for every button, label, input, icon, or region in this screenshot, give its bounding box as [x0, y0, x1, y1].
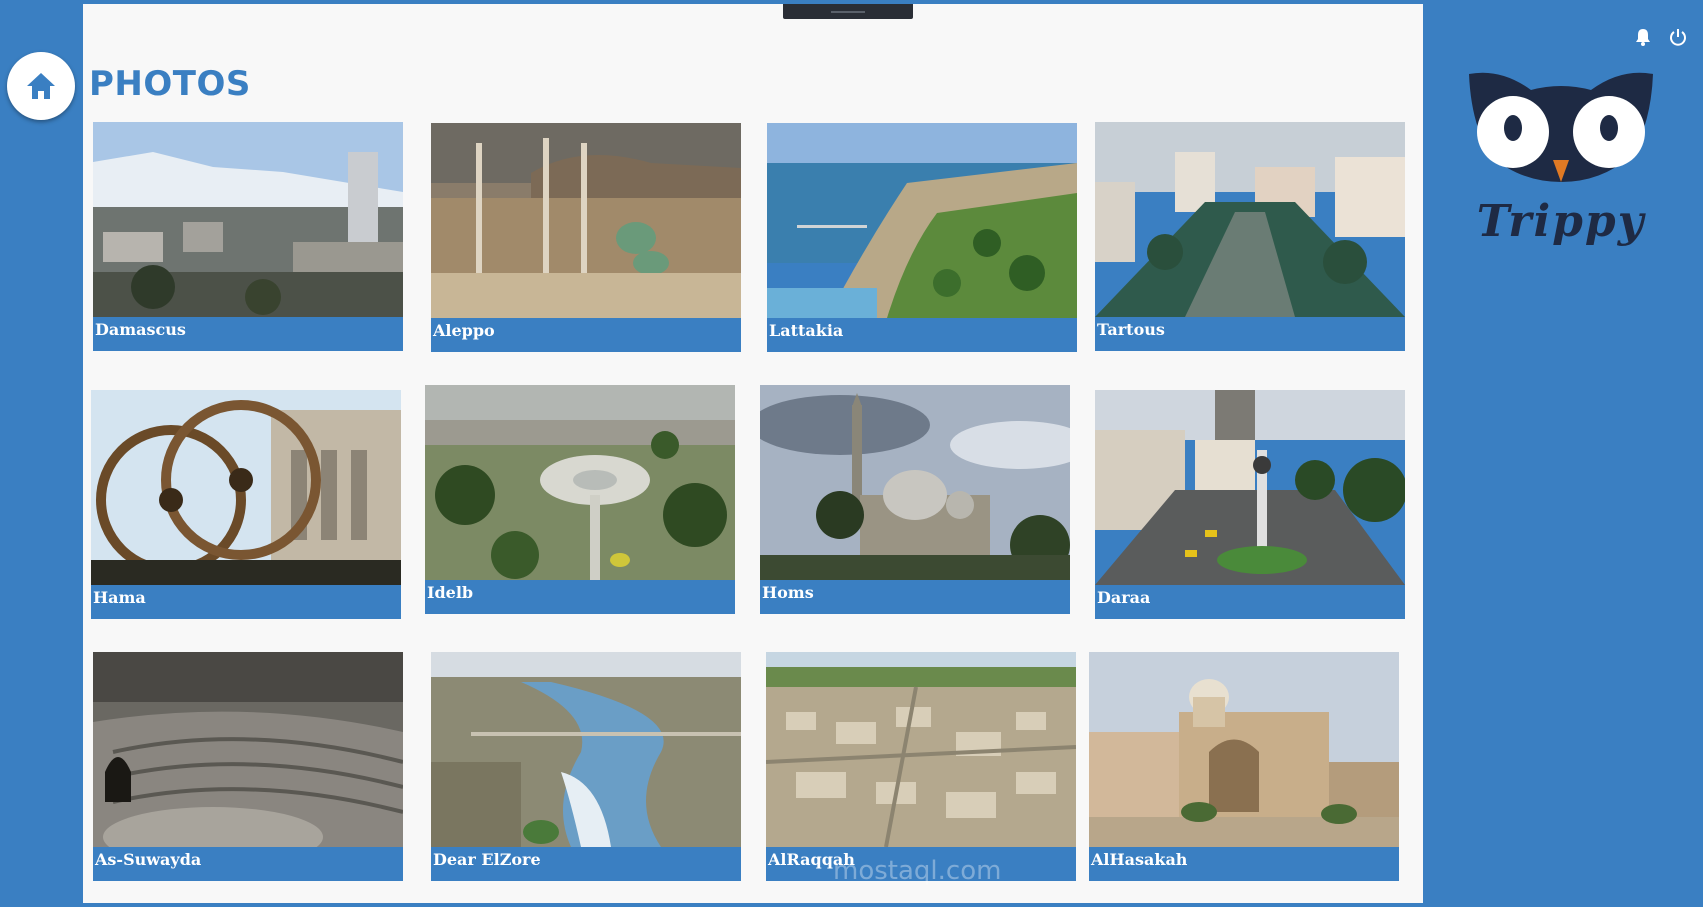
home-button[interactable]	[7, 52, 75, 120]
photo-card-tartous[interactable]: Tartous	[1095, 122, 1405, 351]
photo-caption: As-Suwayda	[95, 850, 202, 869]
photo-card-as-suwayda[interactable]: As-Suwayda	[93, 652, 403, 881]
photo-card-aleppo[interactable]: Aleppo	[431, 123, 741, 352]
main-content: PHOTOS Damascus Aleppo Lattakia Tartous …	[83, 4, 1423, 903]
left-sidebar	[0, 0, 83, 907]
photo-caption: Homs	[762, 583, 814, 602]
drag-handle[interactable]	[783, 4, 913, 19]
photo-card-alhasakah[interactable]: AlHasakah	[1089, 652, 1399, 881]
brand-name: Trippy	[1476, 196, 1646, 247]
photo-caption: Tartous	[1097, 320, 1165, 339]
photo-card-dear-elzore[interactable]: Dear ElZore	[431, 652, 741, 881]
photo-card-daraa[interactable]: Daraa	[1095, 390, 1405, 619]
photo-image	[766, 652, 1076, 847]
photo-image	[91, 390, 401, 585]
photo-image	[431, 652, 741, 847]
home-icon	[27, 73, 55, 99]
photo-image	[1095, 122, 1405, 317]
bell-icon	[1636, 29, 1650, 46]
photo-card-idelb[interactable]: Idelb	[425, 385, 735, 614]
photo-caption: Hama	[93, 588, 146, 607]
photo-image	[93, 652, 403, 847]
photo-caption: Lattakia	[769, 321, 844, 340]
photo-image	[1089, 652, 1399, 847]
photo-caption: Daraa	[1097, 588, 1151, 607]
photo-caption: Aleppo	[433, 321, 495, 340]
photo-image	[425, 385, 735, 580]
photo-card-alraqqah[interactable]: AlRaqqah	[766, 652, 1076, 881]
photo-image	[760, 385, 1070, 580]
photo-image	[767, 123, 1077, 318]
notifications-button[interactable]	[1632, 26, 1654, 48]
photo-image	[431, 123, 741, 318]
photo-card-homs[interactable]: Homs	[760, 385, 1070, 614]
page-title: PHOTOS	[89, 64, 251, 104]
photo-image	[93, 122, 403, 317]
watermark: mostaql.com	[833, 856, 1002, 886]
power-button[interactable]	[1667, 26, 1689, 48]
owl-icon	[1469, 72, 1653, 182]
photo-caption: AlHasakah	[1091, 850, 1188, 869]
photo-card-lattakia[interactable]: Lattakia	[767, 123, 1077, 352]
power-icon	[1670, 29, 1686, 46]
brand-logo: Trippy	[1461, 64, 1661, 254]
photo-caption: Idelb	[427, 583, 474, 602]
right-panel: Trippy	[1423, 0, 1703, 907]
photo-card-damascus[interactable]: Damascus	[93, 122, 403, 351]
photo-caption: Dear ElZore	[433, 850, 541, 869]
app-window: PHOTOS Damascus Aleppo Lattakia Tartous …	[0, 0, 1703, 907]
photo-caption: Damascus	[95, 320, 186, 339]
photo-image	[1095, 390, 1405, 585]
photo-card-hama[interactable]: Hama	[91, 390, 401, 619]
